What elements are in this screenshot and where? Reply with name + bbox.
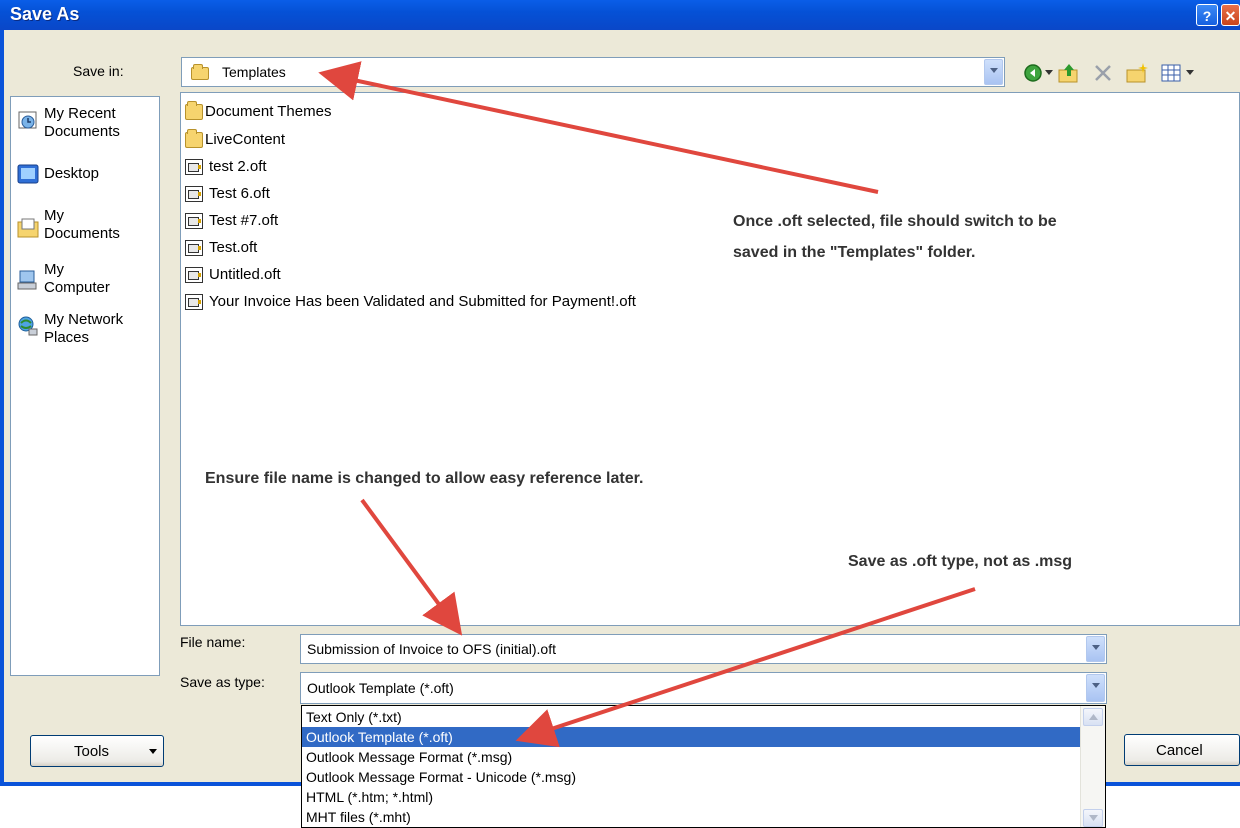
arrow-to-file-name (360, 498, 463, 636)
arrow-to-oft-option (515, 587, 976, 748)
annotation-arrows (318, 61, 976, 748)
arrow-to-save-in (318, 61, 879, 194)
